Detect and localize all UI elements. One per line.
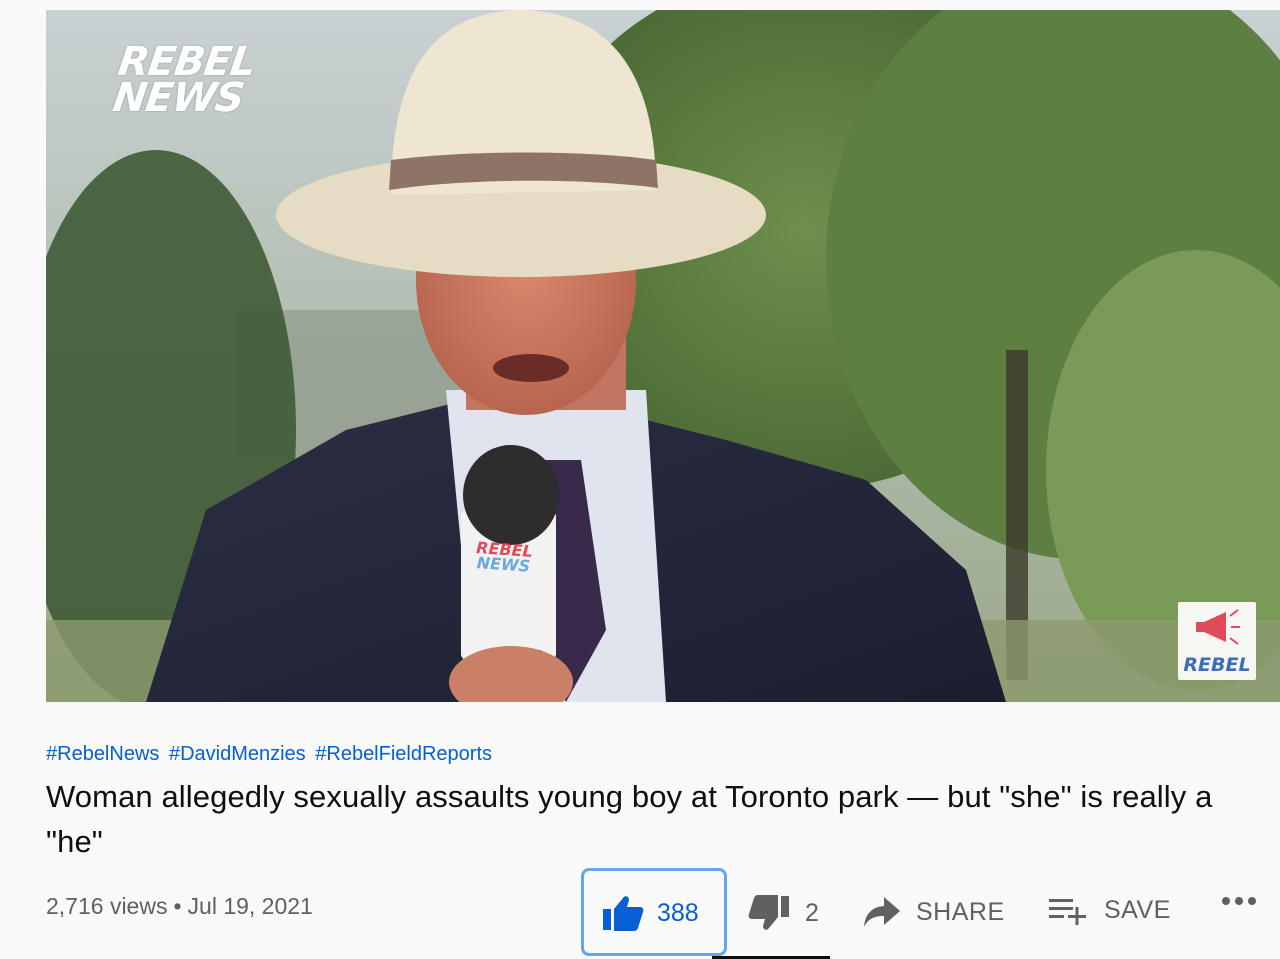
more-actions-button[interactable] xyxy=(1220,894,1260,908)
share-button[interactable]: SHARE xyxy=(862,895,1005,929)
hashtag-link[interactable]: #RebelFieldReports xyxy=(315,743,492,765)
save-button[interactable]: SAVE xyxy=(1048,895,1171,925)
rebel-news-watermark: REBEL NEWS xyxy=(110,39,259,121)
thumbs-up-icon xyxy=(603,896,644,931)
thumbs-down-icon xyxy=(748,895,789,930)
dislike-button[interactable]: 2 xyxy=(747,894,819,932)
more-horizontal-icon xyxy=(1222,897,1256,905)
video-page: REBEL NEWS REBEL NEWS REBEL #RebelNews #… xyxy=(0,0,1280,959)
action-bar: 388 2 SHARE SAVE xyxy=(0,866,1280,959)
megaphone-icon xyxy=(1196,609,1240,645)
playlist-add-icon xyxy=(1049,899,1086,925)
hashtag-link[interactable]: #DavidMenzies xyxy=(169,743,306,765)
share-label: SHARE xyxy=(916,897,1005,926)
video-title: Woman allegedly sexually assaults young … xyxy=(46,779,1213,859)
hashtag-link[interactable]: #RebelNews xyxy=(46,743,159,765)
like-button[interactable]: 388 xyxy=(601,894,699,932)
channel-watermark-badge[interactable]: REBEL xyxy=(1178,602,1256,680)
share-arrow-icon xyxy=(864,897,900,927)
save-label: SAVE xyxy=(1104,895,1171,924)
mic-flag-logo: REBEL NEWS xyxy=(475,538,534,576)
hashtag-list: #RebelNews #DavidMenzies #RebelFieldRepo… xyxy=(46,743,496,766)
video-player[interactable]: REBEL NEWS REBEL NEWS REBEL xyxy=(46,10,1280,702)
dislike-count: 2 xyxy=(805,898,819,927)
like-count: 388 xyxy=(657,898,699,927)
